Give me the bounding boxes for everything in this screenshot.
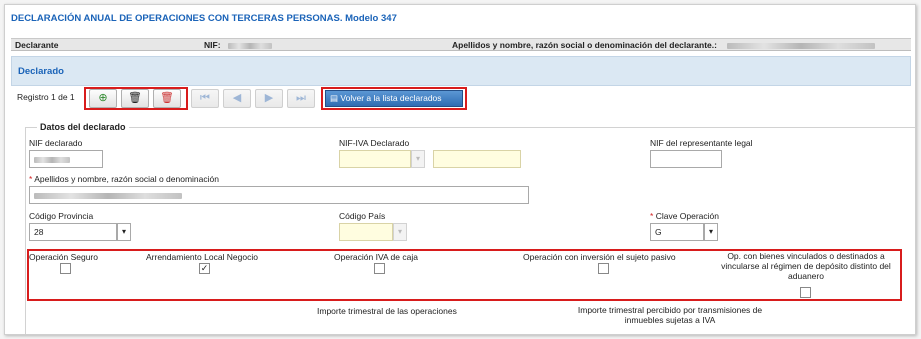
apellidos-declarante-label: Apellidos y nombre, razón social o denom… (452, 40, 717, 50)
importe-transmisiones-label: Importe trimestral percibido por transmi… (577, 305, 763, 325)
panel-title: Declarado (11, 56, 911, 86)
importe-trimestral-label: Importe trimestral de las operaciones (317, 306, 457, 316)
nif-iva-label: NIF-IVA Declarado (339, 138, 410, 148)
highlight-box-volver (321, 87, 467, 110)
nif-label: NIF: (204, 40, 221, 50)
declarante-bar: Declarante NIF: Apellidos y nombre, razó… (11, 39, 911, 51)
codigo-provincia-select[interactable]: 28 (29, 223, 117, 241)
codigo-pais-select[interactable] (339, 223, 393, 241)
codigo-pais-label: Código País (339, 211, 386, 221)
next-record-button[interactable]: ▶ (255, 89, 283, 108)
provincia-chevron-down-icon[interactable]: ▾ (117, 223, 131, 241)
record-counter: Registro 1 de 1 (17, 92, 75, 102)
prev-icon: ◀ (232, 92, 242, 104)
apellidos-value-redacted (727, 40, 875, 50)
nif-declarado-label: NIF declarado (29, 138, 83, 148)
app-window: DECLARACIÓN ANUAL DE OPERACIONES CON TER… (4, 4, 916, 335)
apellidos-label: * Apellidos y nombre, razón social o den… (29, 174, 219, 184)
page-title: DECLARACIÓN ANUAL DE OPERACIONES CON TER… (11, 13, 397, 24)
last-icon: ⏭ (296, 92, 306, 104)
op-seguro-label: Operación Seguro (29, 252, 98, 262)
checkmark-icon: ✓ (200, 263, 209, 273)
required-marker: * (29, 174, 33, 184)
op-bienes-label: Op. con bienes vinculados o destinados a… (721, 251, 891, 281)
nif-iva-input[interactable] (433, 150, 521, 168)
nif-representante-label: NIF del representante legal (650, 138, 753, 148)
clave-chevron-down-icon[interactable]: ▾ (704, 223, 718, 241)
op-iva-caja-label: Operación IVA de caja (334, 252, 418, 262)
toolbar: Registro 1 de 1 ⊕ 🗑 🗑 ⏮ ◀ ▶ ⏭ ▤ Volver a… (11, 87, 911, 110)
op-arrendamiento-label: Arrendamiento Local Negocio (146, 252, 258, 262)
op-inversion-checkbox[interactable] (598, 263, 609, 274)
last-record-button[interactable]: ⏭ (287, 89, 315, 108)
declarante-label: Declarante (15, 40, 59, 50)
nif-representante-input[interactable] (650, 150, 722, 168)
op-seguro-checkbox[interactable] (60, 263, 71, 274)
op-iva-caja-checkbox[interactable] (374, 263, 385, 274)
nif-value-redacted (228, 40, 272, 50)
nif-declarado-input[interactable] (29, 150, 103, 168)
clave-operacion-select[interactable]: G (650, 223, 704, 241)
first-record-button[interactable]: ⏮ (191, 89, 219, 108)
first-icon: ⏮ (200, 92, 210, 104)
section-title: Datos del declarado (37, 122, 129, 132)
next-icon: ▶ (264, 92, 274, 104)
pais-chevron-down-icon[interactable]: ▾ (393, 223, 407, 241)
highlight-box-actions (84, 87, 188, 110)
apellidos-input[interactable] (29, 186, 529, 204)
op-bienes-checkbox[interactable] (800, 287, 811, 298)
nif-iva-country-select[interactable] (339, 150, 411, 168)
nif-iva-chevron-down-icon[interactable]: ▾ (411, 150, 425, 168)
clave-operacion-label: * Clave Operación (650, 211, 719, 221)
op-inversion-label: Operación con inversión el sujeto pasivo (523, 252, 676, 262)
required-marker: * (650, 211, 654, 221)
prev-record-button[interactable]: ◀ (223, 89, 251, 108)
op-arrendamiento-checkbox[interactable]: ✓ (199, 263, 210, 274)
codigo-provincia-label: Código Provincia (29, 211, 94, 221)
